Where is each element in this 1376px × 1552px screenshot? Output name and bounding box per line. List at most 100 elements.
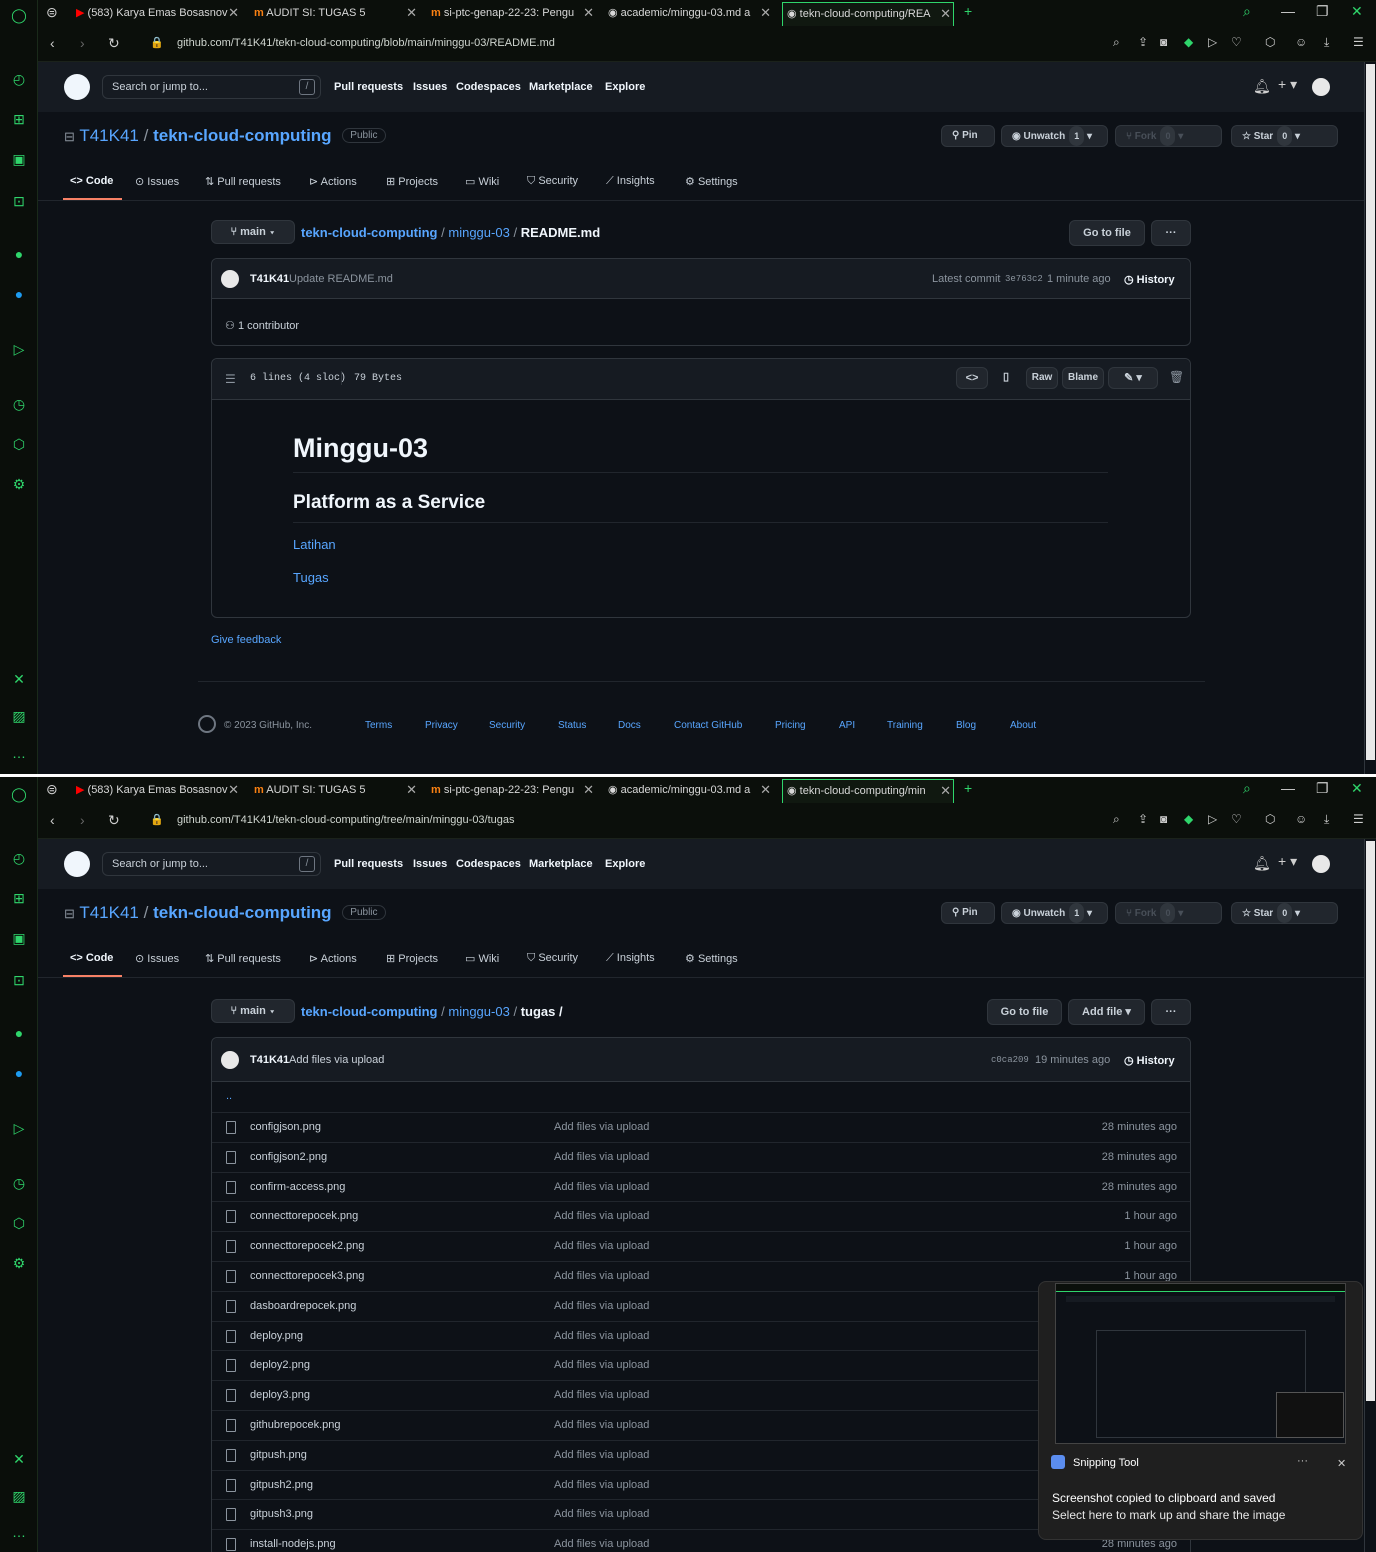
restore-icon[interactable]: ❐: [1316, 780, 1329, 797]
tab-pull-requests[interactable]: ⇅ Pull requests: [205, 175, 281, 188]
file-commit-message[interactable]: Add files via upload: [554, 1381, 649, 1410]
twitch-icon[interactable]: ▣: [10, 929, 28, 947]
commit-author[interactable]: T41K41: [250, 1054, 289, 1066]
player-icon[interactable]: ▷: [10, 1119, 28, 1137]
list-icon[interactable]: ☰: [225, 372, 236, 386]
raw-button[interactable]: Raw: [1026, 367, 1058, 389]
nav-explore[interactable]: Explore: [605, 858, 645, 870]
more-icon[interactable]: …: [10, 744, 28, 762]
file-name[interactable]: connecttorepocek2.png: [250, 1232, 364, 1261]
file-commit-message[interactable]: Add files via upload: [554, 1113, 649, 1142]
tab-audit[interactable]: m AUDIT SI: TUGAS 5 ✕: [254, 2, 419, 26]
add-file-button[interactable]: Add file ▾: [1068, 999, 1145, 1025]
camera-icon[interactable]: ◙: [1160, 812, 1167, 826]
file-name[interactable]: connecttorepocek3.png: [250, 1262, 364, 1291]
close-icon[interactable]: ✕: [406, 779, 417, 801]
close-icon[interactable]: ✕: [583, 2, 594, 24]
contributors[interactable]: ⚇ 1 contributor: [225, 319, 299, 332]
avatar[interactable]: [221, 1051, 239, 1069]
github-logo-icon[interactable]: [64, 851, 90, 877]
tab-settings[interactable]: ⚙ Settings: [685, 952, 738, 965]
file-name[interactable]: gitpush.png: [250, 1441, 307, 1470]
tab-wiki[interactable]: ▭ Wiki: [465, 175, 499, 188]
whatsapp-icon[interactable]: ●: [10, 245, 28, 263]
file-row[interactable]: connecttorepocek2.png Add files via uploa…: [212, 1231, 1190, 1261]
send-icon[interactable]: ▷: [1208, 35, 1217, 49]
zoom-icon[interactable]: ⌕: [1113, 35, 1120, 50]
close-icon[interactable]: ✕: [760, 779, 771, 801]
file-commit-message[interactable]: Add files via upload: [554, 1351, 649, 1380]
twitter-icon[interactable]: ●: [10, 1064, 28, 1082]
unwatch-button[interactable]: ◉ Unwatch 1 ▾: [1001, 125, 1108, 147]
tab-academic[interactable]: ◉ academic/minggu-03.md a ✕: [608, 2, 773, 26]
tab-insights[interactable]: ⟋ Insights: [606, 175, 655, 188]
nav-explore[interactable]: Explore: [605, 81, 645, 93]
tab-pull-requests[interactable]: ⇅ Pull requests: [205, 952, 281, 965]
nav-pull-requests[interactable]: Pull requests: [334, 81, 403, 93]
file-name[interactable]: githubrepocek.png: [250, 1411, 341, 1440]
crumb-folder[interactable]: minggu-03: [448, 225, 509, 240]
history-icon[interactable]: ◷: [10, 395, 28, 413]
back-icon[interactable]: ‹: [50, 812, 55, 828]
close-icon[interactable]: ✕: [940, 780, 951, 802]
heart-icon[interactable]: ♡: [1231, 35, 1242, 49]
shield-icon[interactable]: ◆: [1184, 812, 1193, 826]
file-commit-message[interactable]: Add files via upload: [554, 1262, 649, 1291]
commit-sha[interactable]: c0ca209: [991, 1055, 1029, 1065]
repo-name[interactable]: tekn-cloud-computing: [153, 903, 331, 922]
commit-message[interactable]: Update README.md: [289, 273, 393, 285]
star-button[interactable]: ☆ Star 0 ▾: [1231, 902, 1338, 924]
file-commit-message[interactable]: Add files via upload: [554, 1441, 649, 1470]
share-icon[interactable]: ⇪: [1138, 812, 1148, 826]
menu-icon[interactable]: ☰: [1353, 35, 1364, 49]
forward-icon[interactable]: ›: [80, 35, 85, 51]
settings-icon[interactable]: ⚙: [10, 475, 28, 493]
zoom-icon[interactable]: ⌕: [1113, 812, 1120, 827]
settings-icon[interactable]: ⚙: [10, 1254, 28, 1272]
file-row[interactable]: configjson2.png Add files via upload 28 mi…: [212, 1141, 1190, 1172]
parent-dir-row[interactable]: ..: [212, 1082, 1190, 1112]
parent-dir-link[interactable]: ..: [226, 1082, 232, 1111]
tab-academic[interactable]: ◉ academic/minggu-03.md a ✕: [608, 779, 773, 803]
scrollbar-thumb[interactable]: [1366, 64, 1375, 760]
github-logo-icon[interactable]: [64, 74, 90, 100]
unwatch-button[interactable]: ◉ Unwatch 1 ▾: [1001, 902, 1108, 924]
tab-security[interactable]: ⛉ Security: [527, 175, 578, 188]
tab-insights[interactable]: ⟋ Insights: [606, 952, 655, 965]
player-icon[interactable]: ▷: [10, 340, 28, 358]
latihan-link[interactable]: Latihan: [293, 537, 336, 552]
tab-wiki[interactable]: ▭ Wiki: [465, 952, 499, 965]
tab-issues[interactable]: ⊙ Issues: [135, 175, 179, 188]
speed-dial-icon[interactable]: ◴: [10, 70, 28, 88]
code-view-icon[interactable]: <>: [956, 367, 988, 389]
avatar[interactable]: [1312, 855, 1330, 873]
tab-si-ptc[interactable]: m si-ptc-genap-22-23: Pengu ✕: [431, 779, 596, 803]
trash-icon[interactable]: 🗑︎: [1169, 370, 1184, 384]
gx-cleaner-icon[interactable]: ✕: [10, 670, 28, 688]
twitch-icon[interactable]: ▣: [10, 150, 28, 168]
scrollbar[interactable]: [1364, 62, 1376, 775]
nav-codespaces[interactable]: Codespaces: [456, 858, 521, 870]
menu-icon[interactable]: ☰: [1353, 812, 1364, 826]
scrollbar-thumb[interactable]: [1366, 841, 1375, 1401]
shield-icon[interactable]: ◆: [1184, 35, 1193, 49]
download-icon[interactable]: ⤓: [1324, 812, 1329, 827]
game-icon[interactable]: ⊡: [10, 192, 28, 210]
opera-logo-icon[interactable]: ◯: [10, 6, 28, 24]
footer-about[interactable]: About: [1010, 720, 1036, 731]
file-row[interactable]: confirm-access.png Add files via upload 28…: [212, 1171, 1190, 1202]
minimize-icon[interactable]: —: [1281, 3, 1295, 19]
go-to-file-button[interactable]: Go to file: [987, 999, 1062, 1025]
pin-button[interactable]: ⚲ Pin: [941, 902, 995, 924]
profile-icon[interactable]: ☺: [1295, 35, 1307, 49]
gallery-icon[interactable]: ▨: [10, 1487, 28, 1505]
tab-code[interactable]: <> Code: [70, 175, 113, 187]
restore-icon[interactable]: ❐: [1316, 3, 1329, 20]
avatar[interactable]: [1312, 78, 1330, 96]
give-feedback-link[interactable]: Give feedback: [211, 634, 281, 646]
new-tab-icon[interactable]: +: [964, 780, 972, 796]
tab-audit[interactable]: m AUDIT SI: TUGAS 5 ✕: [254, 779, 419, 803]
screenshot-thumbnail[interactable]: [1055, 1283, 1346, 1444]
nav-issues[interactable]: Issues: [413, 858, 447, 870]
pin-button[interactable]: ⚲ Pin: [941, 125, 995, 147]
